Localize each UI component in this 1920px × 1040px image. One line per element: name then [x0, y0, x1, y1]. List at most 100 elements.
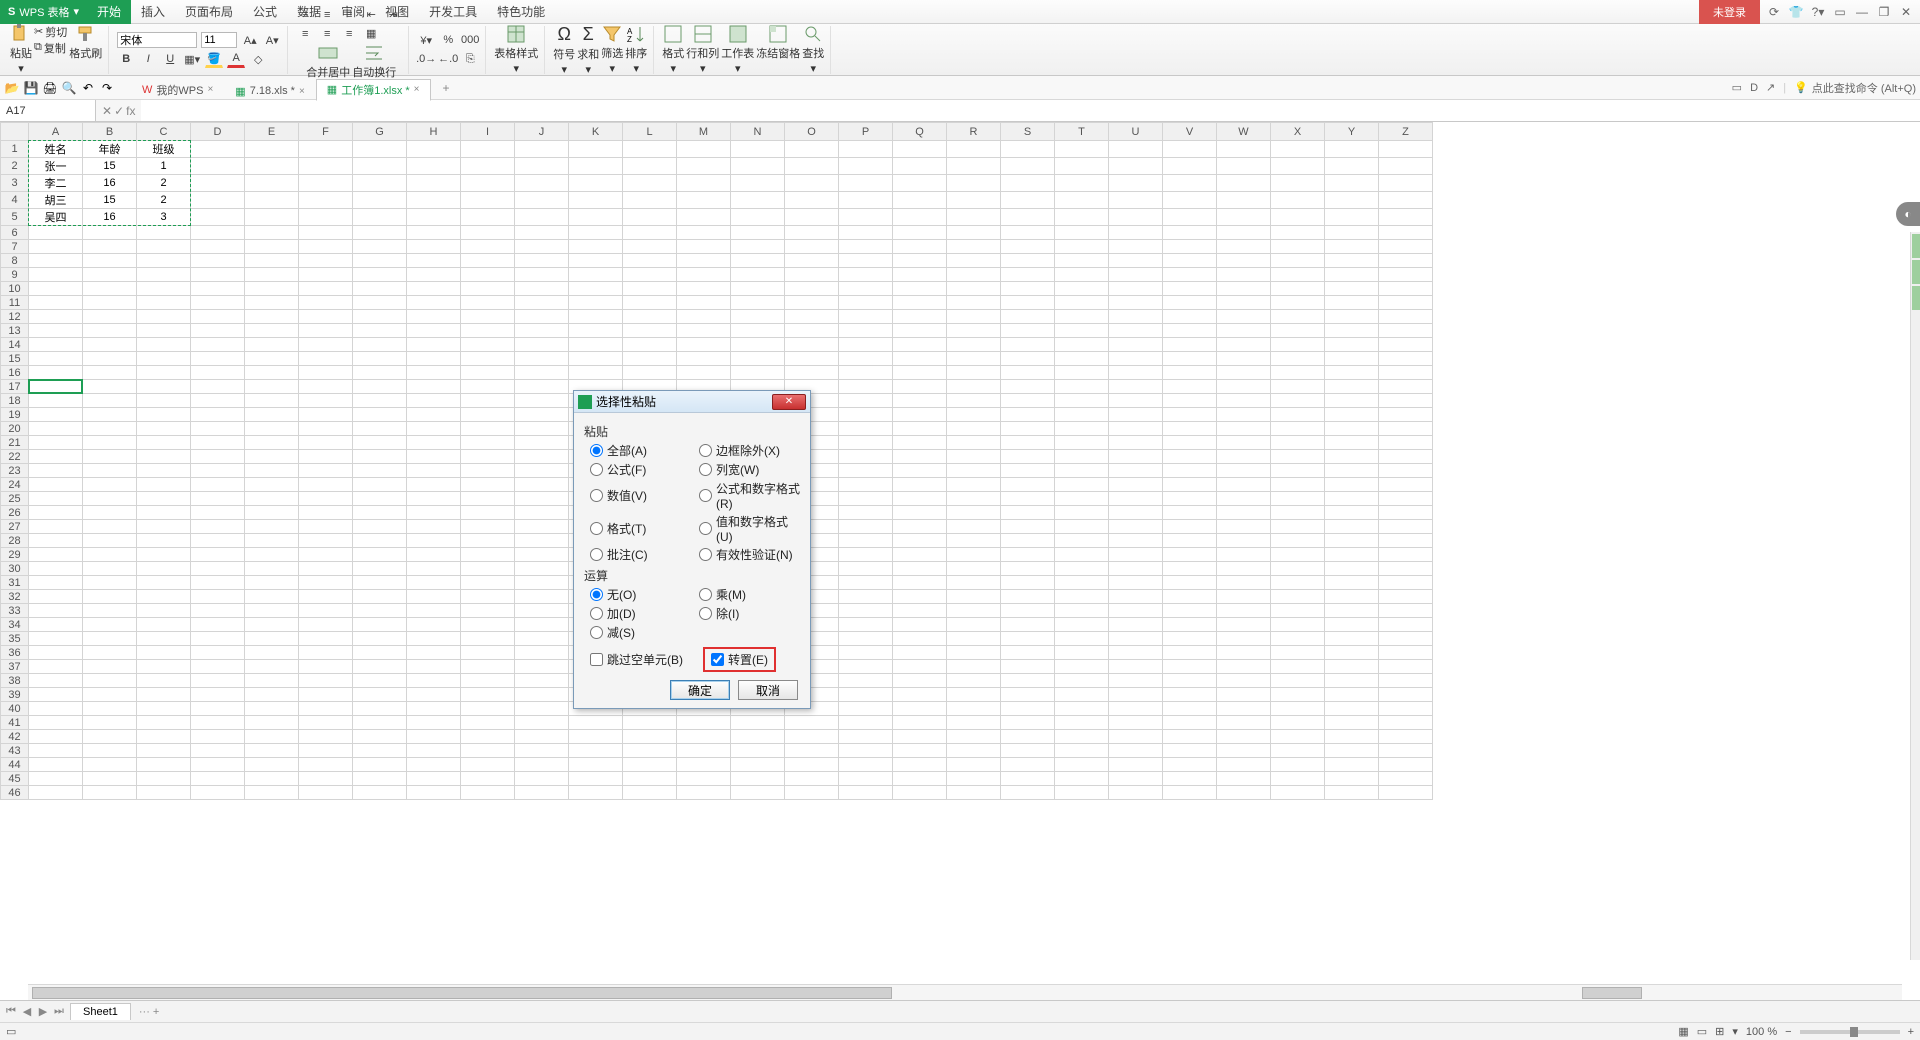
col-header[interactable]: K	[569, 123, 623, 141]
cell[interactable]	[1055, 282, 1109, 296]
cell[interactable]	[461, 604, 515, 618]
cell[interactable]	[1001, 158, 1055, 175]
col-header[interactable]: U	[1109, 123, 1163, 141]
cell[interactable]	[29, 590, 83, 604]
cell[interactable]	[461, 254, 515, 268]
filter-button[interactable]: 筛选▾	[601, 24, 623, 76]
row-header[interactable]: 9	[1, 268, 29, 282]
cell[interactable]	[245, 394, 299, 408]
cell[interactable]	[407, 772, 461, 786]
cell[interactable]	[407, 380, 461, 394]
cell[interactable]	[1163, 282, 1217, 296]
cell[interactable]	[299, 282, 353, 296]
cell[interactable]	[1055, 338, 1109, 352]
cell[interactable]	[83, 296, 137, 310]
paste-option[interactable]: 全部(A)	[590, 442, 691, 459]
cell[interactable]	[1325, 674, 1379, 688]
cell[interactable]	[1109, 786, 1163, 800]
cell[interactable]	[353, 380, 407, 394]
cell[interactable]	[191, 604, 245, 618]
cell[interactable]	[407, 436, 461, 450]
cell[interactable]	[1325, 209, 1379, 226]
cell[interactable]	[83, 758, 137, 772]
cell[interactable]	[83, 254, 137, 268]
cell[interactable]	[1379, 730, 1433, 744]
cell[interactable]	[893, 744, 947, 758]
cell[interactable]	[893, 226, 947, 240]
cell[interactable]	[785, 240, 839, 254]
window-restore-icon[interactable]: ❐	[1876, 4, 1892, 20]
cell[interactable]	[1055, 604, 1109, 618]
cell[interactable]	[1217, 226, 1271, 240]
cell[interactable]	[83, 786, 137, 800]
cell[interactable]	[731, 758, 785, 772]
cell[interactable]	[353, 562, 407, 576]
cell[interactable]	[1109, 492, 1163, 506]
cell[interactable]	[893, 254, 947, 268]
cell[interactable]	[1109, 464, 1163, 478]
cell[interactable]	[1217, 702, 1271, 716]
cell[interactable]	[299, 674, 353, 688]
cell[interactable]	[353, 226, 407, 240]
copy-button[interactable]: ⧉ 复制	[34, 40, 67, 55]
cell[interactable]	[191, 534, 245, 548]
rail-chip[interactable]	[1912, 234, 1920, 258]
cell[interactable]	[1109, 716, 1163, 730]
cell[interactable]	[731, 158, 785, 175]
cell[interactable]	[569, 254, 623, 268]
cell[interactable]	[1217, 632, 1271, 646]
cell[interactable]	[1325, 646, 1379, 660]
row-header[interactable]: 16	[1, 366, 29, 380]
cell[interactable]	[461, 576, 515, 590]
cell[interactable]	[1109, 450, 1163, 464]
cell[interactable]	[461, 786, 515, 800]
cell[interactable]	[839, 436, 893, 450]
cell[interactable]	[407, 590, 461, 604]
row-header[interactable]: 7	[1, 240, 29, 254]
cell[interactable]	[353, 254, 407, 268]
cell[interactable]	[1163, 394, 1217, 408]
cell[interactable]	[515, 534, 569, 548]
cell[interactable]	[245, 520, 299, 534]
cell[interactable]	[461, 226, 515, 240]
row-header[interactable]: 35	[1, 632, 29, 646]
cell[interactable]	[1217, 730, 1271, 744]
cell[interactable]	[1379, 310, 1433, 324]
cell[interactable]	[1163, 772, 1217, 786]
cell[interactable]	[947, 175, 1001, 192]
cell[interactable]	[893, 590, 947, 604]
cell[interactable]	[407, 254, 461, 268]
cell[interactable]	[947, 730, 1001, 744]
cell[interactable]	[407, 730, 461, 744]
cell[interactable]	[947, 464, 1001, 478]
cell[interactable]	[839, 408, 893, 422]
cell[interactable]	[1379, 268, 1433, 282]
cell[interactable]	[353, 520, 407, 534]
cell[interactable]	[29, 226, 83, 240]
cell[interactable]	[947, 324, 1001, 338]
menu-tab-页面布局[interactable]: 页面布局	[175, 0, 243, 24]
cell[interactable]	[515, 744, 569, 758]
doc-tab[interactable]: W我的WPS×	[131, 79, 224, 101]
cell[interactable]	[1325, 534, 1379, 548]
cell[interactable]	[461, 268, 515, 282]
cell[interactable]	[1271, 436, 1325, 450]
col-header[interactable]: N	[731, 123, 785, 141]
col-header[interactable]: P	[839, 123, 893, 141]
cell[interactable]	[677, 730, 731, 744]
cell[interactable]	[1163, 688, 1217, 702]
cell[interactable]	[83, 716, 137, 730]
cell[interactable]	[1217, 618, 1271, 632]
cell[interactable]	[947, 268, 1001, 282]
cell[interactable]	[1109, 534, 1163, 548]
cell[interactable]	[623, 338, 677, 352]
cell[interactable]	[1163, 175, 1217, 192]
row-header[interactable]: 3	[1, 175, 29, 192]
cell[interactable]	[1217, 464, 1271, 478]
cell[interactable]	[137, 548, 191, 562]
cell[interactable]	[137, 422, 191, 436]
cell[interactable]	[245, 175, 299, 192]
cell[interactable]	[839, 282, 893, 296]
cell[interactable]	[83, 632, 137, 646]
cell[interactable]	[785, 226, 839, 240]
